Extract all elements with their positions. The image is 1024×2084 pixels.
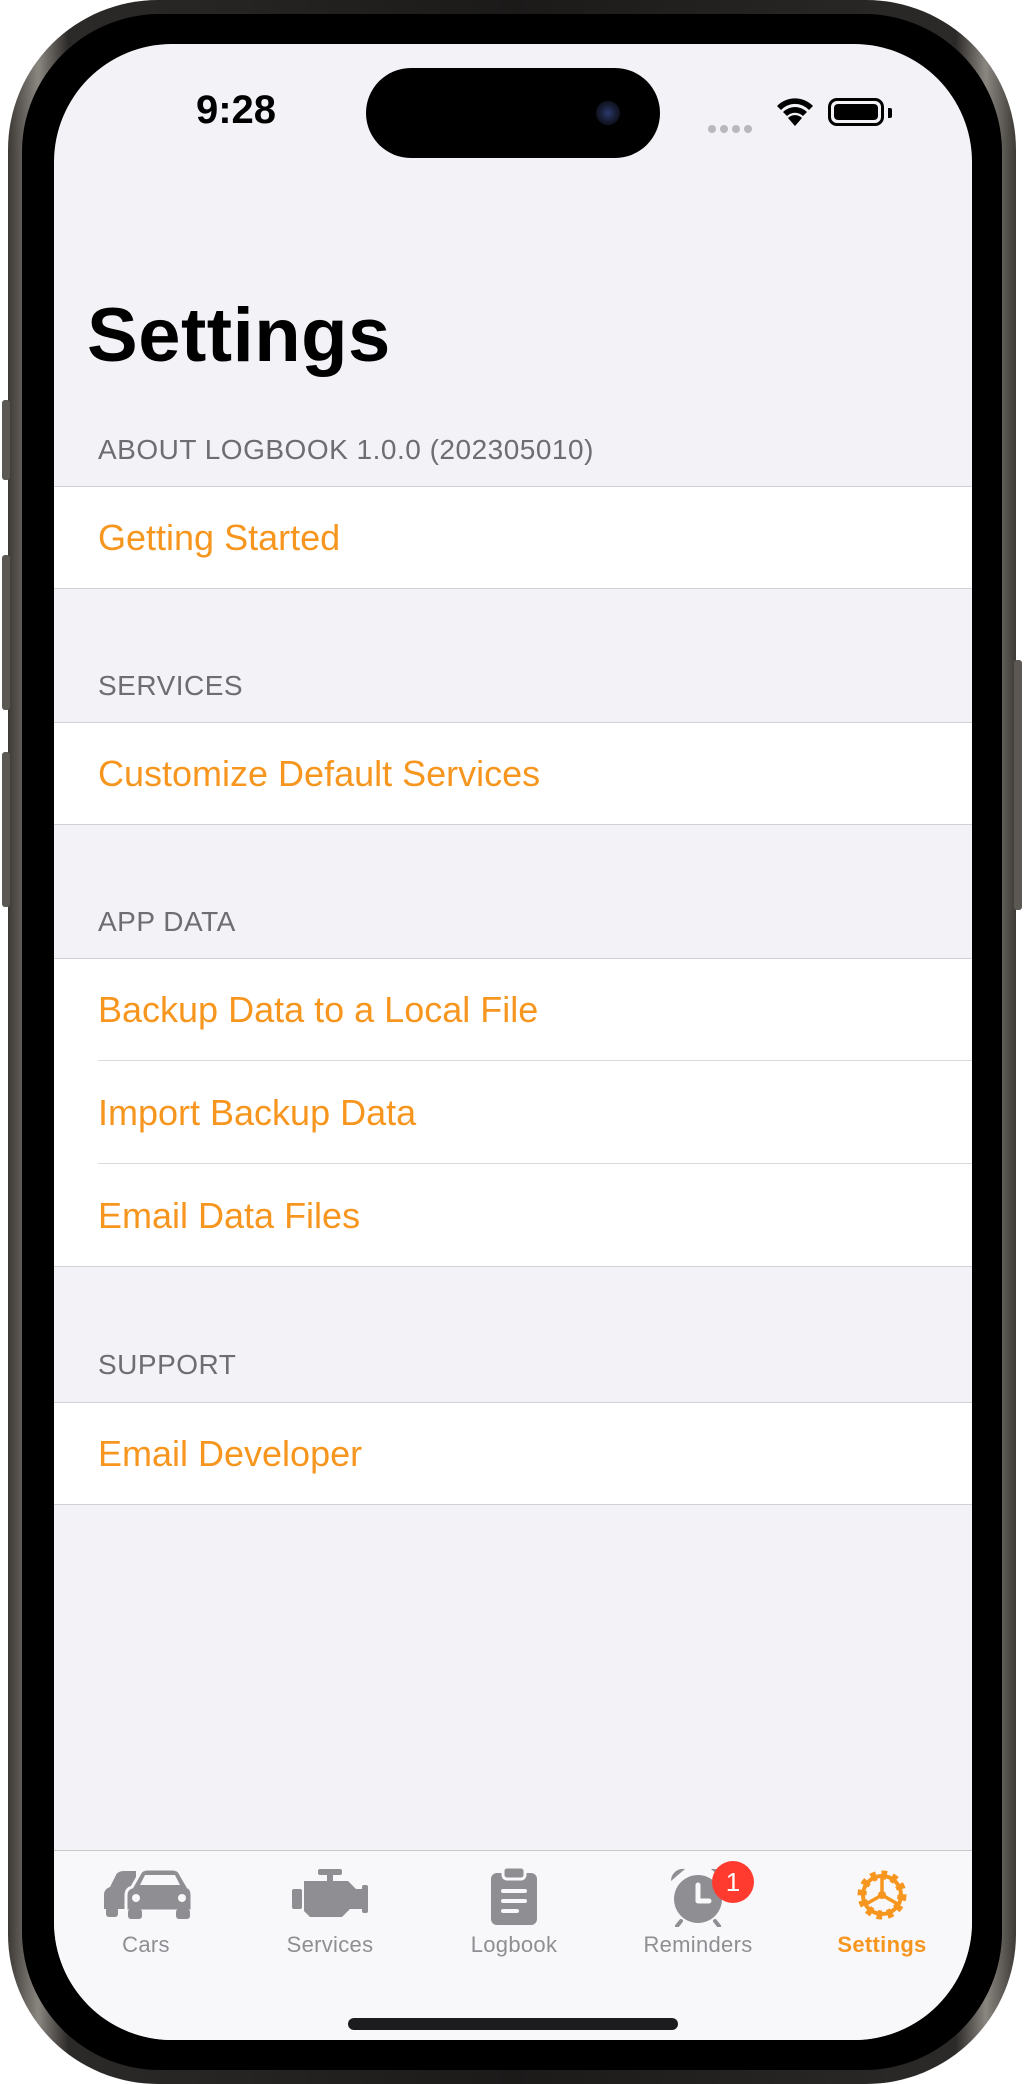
section-header-about: ABOUT LOGBOOK 1.0.0 (202305010) <box>98 434 594 465</box>
import-backup-data-row[interactable]: Import Backup Data <box>54 1061 972 1164</box>
tab-logbook-label: Logbook <box>470 1932 558 1957</box>
status-time: 9:28 <box>195 88 277 132</box>
getting-started-row[interactable]: Getting Started <box>54 486 972 589</box>
section-about-group: Getting Started <box>54 486 972 589</box>
status-indicators <box>708 96 898 136</box>
clipboard-icon <box>491 1865 537 1925</box>
section-header-support: SUPPORT <box>98 1349 237 1380</box>
email-data-files-label: Email Data Files <box>98 1194 361 1236</box>
tab-cars[interactable]: Cars <box>54 1851 238 1971</box>
reminders-badge: 1 <box>712 1861 754 1903</box>
home-indicator[interactable] <box>348 2018 678 2030</box>
tab-logbook[interactable]: Logbook <box>422 1851 606 1971</box>
tab-bar: Cars Services Logbook 1 Reminders Settin… <box>54 1850 972 2040</box>
wifi-icon <box>777 98 813 126</box>
section-header-app-data: APP DATA <box>98 906 236 937</box>
tab-cars-label: Cars <box>122 1932 170 1957</box>
tab-services-label: Services <box>286 1932 374 1957</box>
tab-reminders[interactable]: 1 Reminders <box>606 1851 790 1971</box>
section-header-services: SERVICES <box>98 670 244 701</box>
getting-started-label: Getting Started <box>98 516 341 558</box>
action-button <box>2 400 10 480</box>
email-data-files-row[interactable]: Email Data Files <box>54 1164 972 1267</box>
backup-data-row[interactable]: Backup Data to a Local File <box>54 958 972 1061</box>
engine-icon <box>292 1869 368 1917</box>
cellular-signal-icon <box>708 120 756 138</box>
front-camera-icon <box>596 101 620 125</box>
email-developer-label: Email Developer <box>98 1432 363 1474</box>
customize-default-services-label: Customize Default Services <box>98 752 541 794</box>
backup-data-label: Backup Data to a Local File <box>98 988 539 1030</box>
import-backup-data-label: Import Backup Data <box>98 1091 417 1133</box>
section-services-group: Customize Default Services <box>54 722 972 825</box>
gear-icon <box>857 1870 907 1920</box>
volume-up-button <box>2 555 10 710</box>
section-app-data-group: Backup Data to a Local File Import Backu… <box>54 958 972 1267</box>
page-title: Settings <box>87 293 391 378</box>
tab-settings[interactable]: Settings <box>790 1851 972 1971</box>
tab-reminders-label: Reminders <box>643 1932 753 1957</box>
tab-settings-label: Settings <box>837 1932 927 1957</box>
customize-default-services-row[interactable]: Customize Default Services <box>54 722 972 825</box>
car-icon <box>104 1867 192 1919</box>
power-button <box>1014 660 1022 910</box>
volume-down-button <box>2 752 10 907</box>
section-support-group: Email Developer <box>54 1402 972 1505</box>
battery-icon <box>828 98 884 126</box>
dynamic-island <box>366 68 660 158</box>
tab-services[interactable]: Services <box>238 1851 422 1971</box>
battery-tip <box>888 108 892 118</box>
email-developer-row[interactable]: Email Developer <box>54 1402 972 1505</box>
screen: 9:28 Settings ABOUT LOGBOOK 1.0.0 (20230… <box>54 44 972 2040</box>
